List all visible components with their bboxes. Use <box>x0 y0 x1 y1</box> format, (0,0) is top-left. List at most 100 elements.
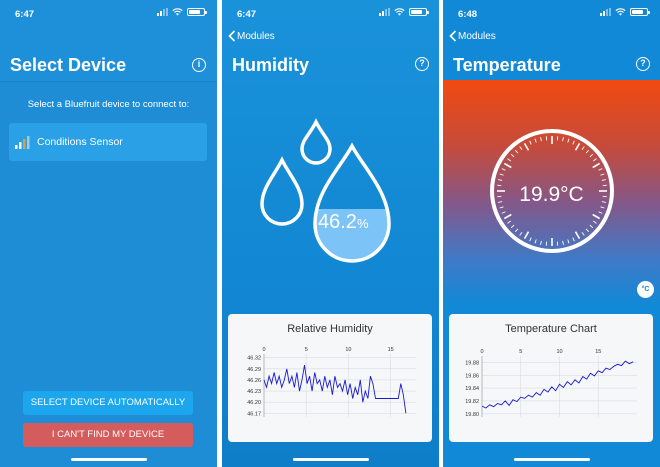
dial-tick <box>523 231 530 240</box>
dial-tick <box>589 153 594 158</box>
humidity-chart: 46.32 46.29 46.26 46.23 46.20 46.17 0 5 10 15 <box>247 347 416 417</box>
x-tick-label: 15 <box>388 347 394 353</box>
humidity-reading: 46.2% <box>318 211 369 234</box>
x-tick-label: 5 <box>519 349 522 355</box>
dial-tick <box>529 140 532 145</box>
y-tick-label: 46.23 <box>247 389 261 395</box>
dial-tick <box>507 158 512 162</box>
dial-tick <box>562 137 564 142</box>
y-tick-label: 19.84 <box>465 386 479 392</box>
dial-tick <box>514 149 519 154</box>
humidity-chart-card: Relative Humidity 46.32 46.29 46.26 46.23 46… <box>228 314 432 442</box>
dial-tick <box>581 146 585 151</box>
chevron-left-icon <box>228 30 236 42</box>
dial-tick <box>592 158 597 162</box>
unit-toggle-button[interactable]: °C <box>637 281 654 298</box>
y-tick-label: 46.17 <box>247 411 261 417</box>
dial-tick <box>600 173 605 176</box>
signal-icon <box>600 8 611 16</box>
dial-tick <box>572 237 575 242</box>
dial-tick <box>510 153 515 158</box>
dial-tick <box>562 240 564 245</box>
dial-tick <box>585 228 590 233</box>
dial-tick <box>589 224 594 229</box>
temperature-screen: 6:48 Modules Temperature ? 19.9°C °C Tem… <box>443 0 660 467</box>
dial-tick <box>572 140 575 145</box>
info-icon[interactable]: i <box>192 58 206 72</box>
dial-tick <box>567 239 570 244</box>
back-label: Modules <box>458 30 496 42</box>
x-tick-label: 0 <box>262 347 265 353</box>
select-automatically-button[interactable]: SELECT DEVICE AUTOMATICALLY <box>23 391 193 415</box>
dial-tick <box>519 231 523 236</box>
battery-icon <box>409 8 429 16</box>
dial-tick <box>514 228 519 233</box>
dial-tick <box>523 142 530 151</box>
temperature-chart: 19.88 19.86 19.84 19.82 19.80 0 5 10 15 <box>465 349 637 418</box>
dial-tick <box>507 220 512 224</box>
dial-tick <box>581 231 585 236</box>
status-time: 6:48 <box>458 9 478 20</box>
home-indicator <box>292 458 369 461</box>
back-button[interactable]: Modules <box>228 30 275 42</box>
dial-tick <box>598 168 603 171</box>
device-name: Conditions Sensor <box>37 136 123 148</box>
status-bar: 6:47 <box>0 0 217 24</box>
dial-tick <box>540 240 542 245</box>
home-indicator <box>70 458 147 461</box>
select-prompt: Select a Bluefruit device to connect to: <box>27 99 190 110</box>
wifi-icon <box>394 8 405 16</box>
dial-tick <box>592 162 601 169</box>
dial-tick <box>574 231 581 240</box>
dial-tick <box>567 138 570 143</box>
help-icon[interactable]: ? <box>415 57 429 71</box>
cant-find-device-button[interactable]: I CAN'T FIND MY DEVICE <box>23 423 193 447</box>
x-tick-label: 0 <box>480 349 483 355</box>
back-button[interactable]: Modules <box>449 30 496 42</box>
x-tick-label: 10 <box>556 349 562 355</box>
dial-tick <box>510 224 515 229</box>
signal-icon <box>157 8 168 16</box>
dial-tick <box>601 179 606 181</box>
device-list-item[interactable]: Conditions Sensor <box>9 123 207 161</box>
select-device-screen: 6:47 Select Device i Select a Bluefruit … <box>0 0 217 467</box>
x-tick-label: 5 <box>305 347 308 353</box>
dial-tick <box>519 146 523 151</box>
chevron-left-icon <box>449 30 457 42</box>
back-label: Modules <box>237 30 275 42</box>
page-title: Select Device <box>10 55 127 75</box>
y-tick-label: 19.86 <box>465 373 479 379</box>
signal-icon <box>379 8 390 16</box>
status-bar: 6:47 <box>222 0 439 24</box>
temperature-chart-card: Temperature Chart 19.88 19.86 19.84 19.82 19… <box>449 314 653 442</box>
dial-tick <box>503 213 512 220</box>
dial-tick <box>529 237 532 242</box>
dial-tick <box>498 179 503 181</box>
wifi-icon <box>615 8 626 16</box>
page-title: Temperature <box>453 55 561 75</box>
dial-tick <box>501 168 506 171</box>
battery-icon <box>630 8 650 16</box>
humidity-screen: 6:47 Modules Humidity ? 46.2% Relative H… <box>222 0 439 467</box>
chart-title: Relative Humidity <box>287 323 373 335</box>
dial-tick <box>585 149 590 154</box>
page-title: Humidity <box>232 55 310 75</box>
battery-icon <box>187 8 207 16</box>
dial-tick <box>592 220 597 224</box>
dial-tick <box>574 142 581 151</box>
dial-tick <box>534 138 537 143</box>
x-tick-label: 10 <box>345 347 351 353</box>
status-time: 6:47 <box>237 9 257 20</box>
y-tick-label: 19.80 <box>465 412 479 418</box>
y-tick-label: 46.29 <box>247 367 261 373</box>
humidity-value: 46.2 <box>318 211 357 233</box>
home-indicator <box>513 458 590 461</box>
y-tick-label: 46.20 <box>247 400 261 406</box>
help-icon[interactable]: ? <box>636 57 650 71</box>
data-series-line <box>263 365 407 414</box>
dial-tick <box>501 211 506 214</box>
dial-tick <box>592 213 601 220</box>
dial-tick <box>503 162 512 169</box>
humidity-unit: % <box>356 216 369 231</box>
temperature-reading: 19.9°C <box>519 183 584 206</box>
